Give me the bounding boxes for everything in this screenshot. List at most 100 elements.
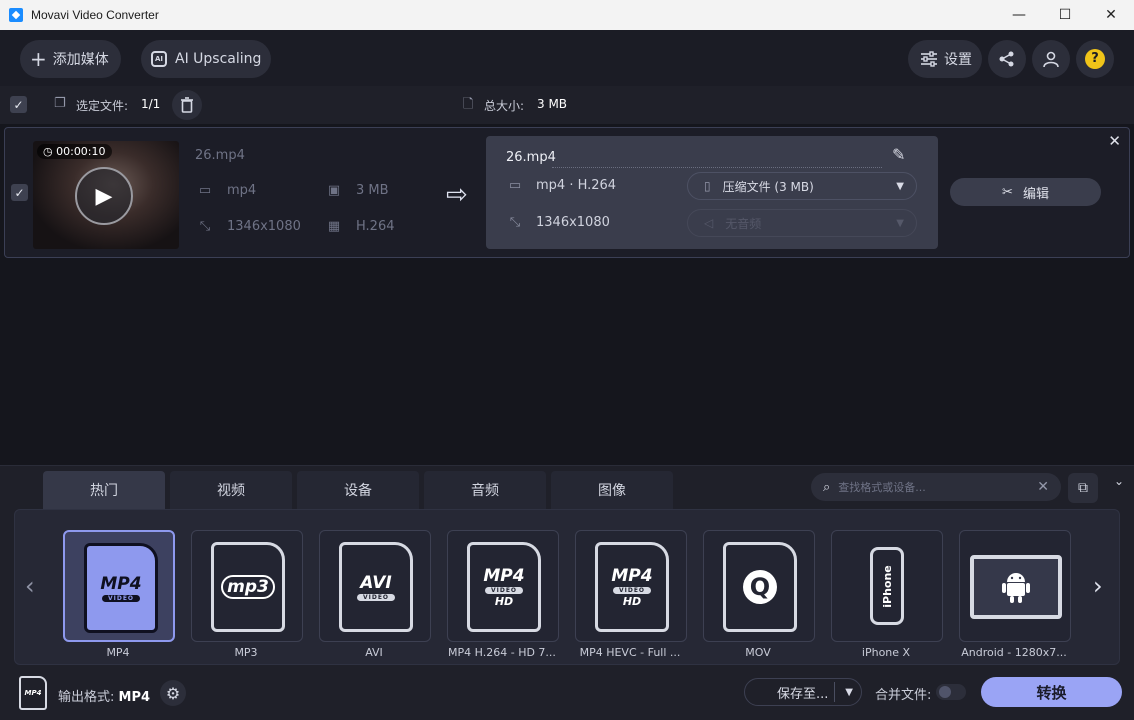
tab-audio[interactable]: 音频 — [424, 471, 546, 509]
format-tile-mp4-hevc[interactable]: MP4 VIDEO HD — [575, 530, 687, 642]
window-title: Movavi Video Converter — [31, 8, 159, 22]
save-to-button[interactable]: 保存至... ▼ — [744, 678, 862, 706]
format-label-mp4: MP4 — [106, 646, 130, 659]
chevron-down-icon: ▼ — [896, 180, 904, 192]
minimize-button[interactable]: — — [996, 0, 1042, 30]
selected-files-label: 选定文件: — [76, 99, 129, 113]
output-settings-panel: 26.mp4 ✎ ▭ mp4 · H.264 ⤡ 1346x1080 ▯ 压缩文件 … — [486, 136, 938, 249]
next-arrow-icon[interactable]: › — [1093, 572, 1103, 600]
share-button[interactable] — [988, 40, 1026, 78]
format-tile-android[interactable] — [959, 530, 1071, 642]
select-all-checkbox[interactable]: ✓ — [10, 96, 27, 113]
convert-arrow-icon: ⇨ — [446, 180, 468, 210]
format-tile-iphone-x[interactable]: iPhone — [831, 530, 943, 642]
add-media-label: 添加媒体 — [52, 52, 109, 68]
ai-upscaling-label: AI Upscaling — [175, 51, 262, 67]
ai-chip-icon: AI — [151, 51, 167, 67]
merge-files-toggle[interactable] — [936, 684, 966, 700]
chevron-down-icon[interactable]: ▼ — [845, 687, 853, 698]
mp4-hd-icon: MP4 VIDEO HD — [467, 542, 541, 632]
resize-icon: ⤡ — [509, 215, 521, 230]
disk-icon: ▣ — [327, 183, 341, 198]
help-button[interactable]: ? — [1076, 40, 1114, 78]
format-label-mp3: MP3 — [234, 646, 258, 659]
video-thumbnail[interactable]: ◷ 00:00:10 ▶ — [33, 141, 179, 249]
tab-popular[interactable]: 热门 — [43, 471, 165, 509]
speaker-icon: ◁ — [704, 216, 714, 230]
mp4-hevc-icon: MP4 VIDEO HD — [595, 542, 669, 632]
remove-file-close-icon[interactable]: ✕ — [1108, 132, 1121, 150]
duration-value: 00:00:10 — [56, 145, 106, 158]
save-to-label: 保存至... — [777, 686, 829, 702]
format-tile-mp4-h264-hd[interactable]: MP4 VIDEO HD — [447, 530, 559, 642]
audio-dropdown[interactable]: ◁ 无音频 ▼ — [687, 209, 917, 237]
rename-pencil-icon[interactable]: ✎ — [892, 145, 905, 164]
window-controls: — ☐ ✕ — [996, 0, 1134, 30]
settings-label: 设置 — [944, 52, 972, 68]
save-to-divider — [834, 682, 835, 702]
video-format-icon: ▭ — [198, 183, 212, 198]
duration-badge: ◷ 00:00:10 — [37, 144, 112, 159]
format-label-mp4-hevc: MP4 HEVC - Full ... — [579, 646, 681, 659]
edit-button[interactable]: ✂ 编辑 — [950, 178, 1101, 206]
chevron-down-icon: ▼ — [896, 217, 904, 229]
file-size-icon: 🗋 — [463, 97, 474, 112]
android-tablet-icon — [970, 555, 1062, 619]
search-placeholder: 查找格式或设备... — [838, 481, 926, 494]
resize-icon: ⤡ — [199, 219, 211, 234]
selection-bar: ✓ ❐ 选定文件: 1/1 🗋 总大小: 3 MB — [0, 86, 1134, 124]
audio-label: 无音频 — [725, 216, 762, 231]
selected-files-value: 1/1 — [141, 97, 161, 111]
tab-devices[interactable]: 设备 — [297, 471, 419, 509]
output-format-label: 输出格式: MP4 — [58, 690, 151, 705]
source-size: ▣ 3 MB — [324, 183, 389, 198]
format-tile-mp4[interactable]: MP4 VIDEO — [63, 530, 175, 642]
output-format-value: MP4 — [118, 690, 151, 705]
output-settings-gear-icon[interactable]: ⚙ — [160, 680, 186, 706]
file-item-card[interactable]: ✓ ◷ 00:00:10 ▶ 26.mp4 ▭ mp4 ▣ 3 MB ⤡ 1346x1… — [4, 127, 1130, 258]
film-icon: ▦ — [327, 219, 341, 234]
clear-search-icon[interactable]: ✕ — [1037, 479, 1049, 495]
collapse-panel-button[interactable]: ⌄ — [1106, 468, 1132, 494]
video-format-icon: ▭ — [508, 178, 522, 193]
add-media-button[interactable]: + 添加媒体 — [20, 40, 121, 78]
mp3-icon: mp3 — [211, 542, 285, 632]
format-tile-mov[interactable]: Q — [703, 530, 815, 642]
avi-icon: AVI VIDEO — [339, 542, 413, 632]
scissors-icon: ✂ — [1002, 184, 1013, 200]
mp4-icon: MP4 VIDEO — [84, 543, 158, 633]
format-label-mp4-h264: MP4 H.264 - HD 7... — [448, 646, 556, 659]
account-button[interactable] — [1032, 40, 1070, 78]
settings-button[interactable]: 设置 — [908, 40, 982, 78]
format-label-iphone: iPhone X — [861, 646, 911, 659]
chevron-down-icon: ⌄ — [1113, 474, 1125, 488]
close-button[interactable]: ✕ — [1088, 0, 1134, 30]
detect-device-button[interactable]: ⧉ — [1068, 473, 1098, 503]
edit-label: 编辑 — [1022, 186, 1049, 202]
format-label-avi: AVI — [365, 646, 383, 659]
android-robot-icon — [1002, 573, 1030, 603]
compress-dropdown[interactable]: ▯ 压缩文件 (3 MB) ▼ — [687, 172, 917, 200]
ai-upscaling-button[interactable]: AI AI Upscaling — [141, 40, 271, 78]
maximize-button[interactable]: ☐ — [1042, 0, 1088, 30]
tab-video[interactable]: 视频 — [170, 471, 292, 509]
prev-arrow-icon[interactable]: ‹ — [25, 572, 35, 600]
tab-images[interactable]: 图像 — [551, 471, 673, 509]
compress-label: 压缩文件 (3 MB) — [722, 179, 814, 194]
play-icon[interactable]: ▶ — [75, 167, 133, 225]
source-resolution-value: 1346x1080 — [227, 219, 301, 234]
delete-button[interactable] — [172, 90, 202, 120]
format-tile-avi[interactable]: AVI VIDEO — [319, 530, 431, 642]
file-checkbox[interactable]: ✓ — [11, 184, 28, 201]
merge-files-label: 合并文件: — [875, 688, 932, 703]
output-file-name[interactable]: 26.mp4 — [506, 150, 556, 165]
format-search-input[interactable]: ⌕ 查找格式或设备... ✕ — [811, 473, 1061, 501]
files-icon: ❐ — [54, 96, 66, 111]
format-tile-mp3[interactable]: mp3 — [191, 530, 303, 642]
output-resolution-value: 1346x1080 — [536, 215, 610, 230]
convert-button[interactable]: 转换 — [981, 677, 1122, 707]
output-format-icon: MP4 — [19, 676, 47, 710]
quicktime-icon: Q — [723, 542, 797, 632]
app-logo-icon — [9, 8, 23, 22]
trash-icon — [181, 97, 193, 113]
